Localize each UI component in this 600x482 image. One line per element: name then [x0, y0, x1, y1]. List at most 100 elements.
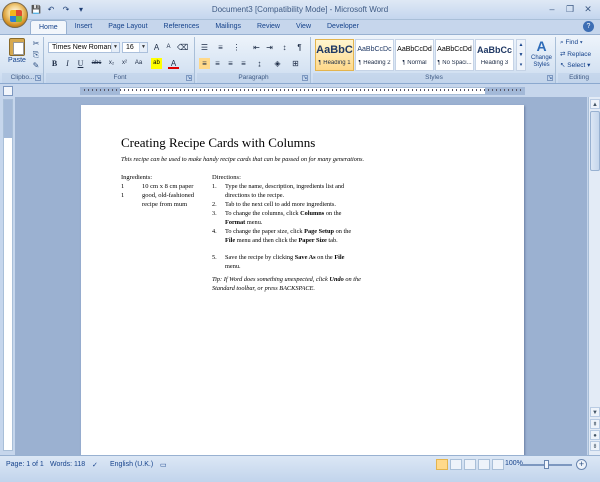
close-icon[interactable]: ✕ — [580, 2, 596, 16]
help-icon[interactable]: ? — [583, 21, 594, 32]
tab-home[interactable]: Home — [30, 20, 67, 34]
clear-formatting-icon[interactable]: ⌫ — [177, 42, 188, 53]
scroll-down-icon[interactable]: ▼ — [590, 407, 600, 417]
full-screen-reading-icon[interactable] — [450, 459, 462, 470]
outline-view-icon[interactable] — [478, 459, 490, 470]
style-heading-2[interactable]: AaBbCcDc ¶ Heading 2 — [355, 39, 394, 71]
paragraph-launcher[interactable]: ↘ — [302, 75, 308, 81]
style-heading-3[interactable]: AaBbCc Heading 3 — [475, 39, 514, 71]
ruler-tick — [172, 89, 173, 91]
ruler-tick — [236, 89, 237, 91]
align-right-icon[interactable]: ≡ — [225, 58, 236, 69]
show-formatting-icon[interactable]: ¶ — [294, 42, 305, 53]
paste-button[interactable]: Paste — [5, 38, 29, 72]
font-launcher[interactable]: ↘ — [186, 75, 192, 81]
word-window: 💾 ↶ ↷ ▾ Document3 [Compatibility Mode] -… — [0, 0, 600, 482]
grow-font-icon[interactable]: A — [151, 42, 162, 53]
cut-icon[interactable]: ✂ — [31, 39, 41, 48]
draft-view-icon[interactable] — [492, 459, 504, 470]
decrease-indent-icon[interactable]: ⇤ — [251, 42, 262, 53]
page-count[interactable]: Page: 1 of 1 — [6, 461, 44, 468]
highlight-icon[interactable]: ab — [151, 58, 162, 69]
sort-icon[interactable]: ↕ — [279, 42, 290, 53]
style-sample: AaBbCcDd — [437, 46, 472, 53]
ruler-tick — [196, 89, 197, 91]
clipboard-launcher[interactable]: ↘ — [35, 75, 41, 81]
ruler-tick — [452, 89, 453, 91]
bullets-icon[interactable]: ☰ — [199, 42, 210, 53]
style-normal[interactable]: AaBbCcDd ¶ Normal — [395, 39, 434, 71]
ruler-tick — [484, 89, 485, 91]
find-button[interactable]: ⌕ Find ▾ — [560, 39, 583, 47]
styles-launcher[interactable]: ↘ — [547, 75, 553, 81]
scrollbar-thumb[interactable] — [590, 111, 600, 171]
document-page[interactable]: Creating Recipe Cards with Columns This … — [81, 105, 524, 455]
web-layout-icon[interactable] — [464, 459, 476, 470]
styles-scroll[interactable]: ▲ ▼ ▾ — [516, 39, 526, 71]
style-no-spacing[interactable]: AaBbCcDd ¶ No Spaci... — [435, 39, 474, 71]
replace-button[interactable]: ⇄ Replace — [560, 50, 591, 58]
previous-page-icon[interactable]: ⇞ — [590, 419, 600, 429]
shrink-font-icon[interactable]: A — [163, 42, 174, 53]
zoom-slider-thumb[interactable] — [544, 460, 549, 469]
tab-insert[interactable]: Insert — [67, 20, 101, 34]
tab-developer[interactable]: Developer — [319, 20, 367, 34]
line-spacing-icon[interactable]: ↨ — [254, 58, 265, 69]
tab-mailings[interactable]: Mailings — [207, 20, 249, 34]
font-size-combo[interactable]: 16 ▼ — [122, 42, 148, 53]
select-button[interactable]: ↖ Select ▾ — [560, 61, 590, 69]
copy-icon[interactable]: ⎘ — [31, 50, 41, 59]
ruler-tick — [264, 89, 265, 91]
strikethrough-icon[interactable]: abc — [91, 58, 102, 69]
office-button[interactable] — [2, 2, 28, 28]
ruler-tick — [500, 89, 501, 91]
borders-icon[interactable]: ⊞ — [290, 58, 301, 69]
macro-record-icon[interactable]: ▭ — [160, 461, 167, 469]
zoom-in-icon[interactable]: + — [576, 459, 587, 470]
ruler-tick — [476, 89, 477, 91]
subscript-icon[interactable]: x₂ — [106, 58, 117, 69]
tab-view[interactable]: View — [288, 20, 319, 34]
next-page-icon[interactable]: ⇟ — [590, 441, 600, 451]
align-left-icon[interactable]: ≡ — [199, 58, 210, 69]
browse-object-icon[interactable]: ● — [590, 430, 600, 440]
ruler-tick — [324, 89, 325, 91]
step-text: To change the columns, click Columns on … — [225, 210, 355, 227]
increase-indent-icon[interactable]: ⇥ — [264, 42, 275, 53]
spelling-check-icon[interactable]: ✓ — [92, 461, 98, 469]
ruler-tick — [496, 89, 497, 91]
language-indicator[interactable]: English (U.K.) — [110, 461, 153, 468]
step-text-part: Type the name, description, ingredients … — [225, 183, 345, 199]
style-sample: AaBbCc — [476, 45, 512, 55]
superscript-icon[interactable]: x² — [119, 58, 130, 69]
tab-page-layout[interactable]: Page Layout — [100, 20, 155, 34]
restore-icon[interactable]: ❐ — [562, 2, 578, 16]
font-color-icon[interactable]: A — [168, 58, 179, 69]
ruler-tick — [456, 89, 457, 91]
tab-references[interactable]: References — [156, 20, 208, 34]
style-heading-1[interactable]: AaBbC ¶ Heading 1 — [315, 39, 354, 71]
ruler-tick — [304, 89, 305, 91]
styles-group-label: Styles — [313, 73, 555, 83]
justify-icon[interactable]: ≡ — [238, 58, 249, 69]
bold-icon[interactable]: B — [49, 58, 60, 69]
word-count[interactable]: Words: 118 — [50, 461, 85, 468]
italic-icon[interactable]: I — [62, 58, 73, 69]
font-name-combo[interactable]: Times New Roman ▼ — [48, 42, 120, 53]
vertical-scrollbar[interactable]: ▲ ▼ ⇞ ● ⇟ — [588, 97, 600, 455]
change-case-icon[interactable]: Aa — [133, 58, 144, 69]
multilevel-list-icon[interactable]: ⋮ — [231, 42, 242, 53]
numbering-icon[interactable]: ≡ — [215, 42, 226, 53]
shading-icon[interactable]: ◈ — [272, 58, 283, 69]
underline-icon[interactable]: U — [75, 58, 86, 69]
ruler-track[interactable] — [80, 87, 525, 95]
align-center-icon[interactable]: ≡ — [212, 58, 223, 69]
step-number: 1. — [212, 183, 217, 190]
tab-review[interactable]: Review — [249, 20, 288, 34]
tab-selector[interactable] — [3, 86, 13, 96]
minimize-icon[interactable]: – — [544, 2, 560, 16]
scroll-up-icon[interactable]: ▲ — [590, 99, 600, 109]
print-layout-icon[interactable] — [436, 459, 448, 470]
format-painter-icon[interactable]: ✎ — [31, 61, 41, 70]
change-styles-button[interactable]: A Change Styles — [528, 37, 555, 73]
